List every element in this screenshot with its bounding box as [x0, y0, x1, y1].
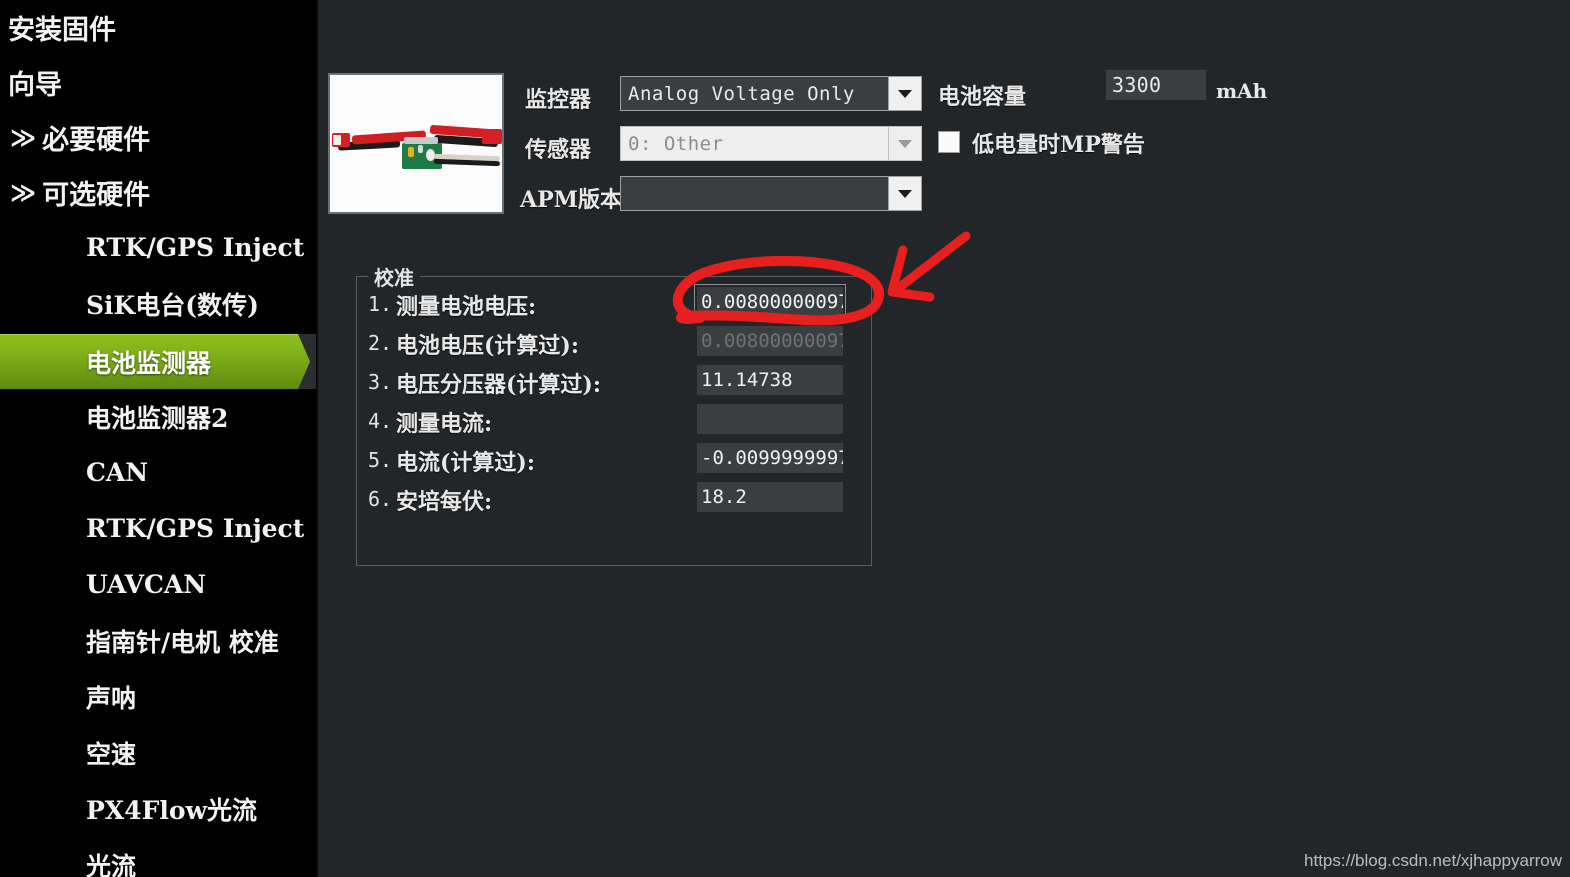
monitor-combobox[interactable]: Analog Voltage Only	[620, 76, 922, 111]
sidebar-item-label: RTK/GPS Inject	[86, 233, 305, 262]
sensor-label: 传感器	[525, 137, 592, 163]
sidebar-item-14[interactable]: PX4Flow光流	[0, 781, 320, 836]
sensor-combobox[interactable]: 0: Other	[620, 126, 922, 161]
sidebar-item-label: 可选硬件	[42, 180, 151, 211]
sensor-combobox-value[interactable]: 0: Other	[620, 126, 888, 161]
power-module-thumbnail	[328, 73, 504, 214]
sidebar: 安装固件 向导 ≫ 必要硬件 ≫ 可选硬件 RTK/GPS Inject SiK电台(数传) 电…	[0, 0, 320, 877]
sidebar-item-7[interactable]: 电池监测器2	[0, 389, 320, 444]
chevron-double-right-icon: ≫	[10, 123, 37, 152]
battery-capacity-label: 电池容量	[938, 84, 1027, 110]
sidebar-item-9[interactable]: RTK/GPS Inject	[0, 501, 320, 556]
main-panel: 监控器 Analog Voltage Only 传感器 0: Other APM…	[320, 0, 1570, 877]
calibration-row-label: 电压分压器(计算过):	[396, 372, 601, 398]
calibration-row-value-input[interactable]	[697, 404, 843, 434]
sidebar-item-label: 电池监测器	[86, 348, 212, 378]
monitor-label: 监控器	[525, 87, 592, 113]
sidebar-item-10[interactable]: UAVCAN	[0, 557, 320, 612]
calibration-row-number: 6.	[368, 487, 393, 511]
sidebar-item-8[interactable]: CAN	[0, 445, 320, 500]
sidebar-item-label: CAN	[86, 458, 149, 487]
sidebar-item-3[interactable]: ≫ 可选硬件	[0, 165, 320, 220]
calibration-row-value-input[interactable]: 0.00800000097	[694, 284, 846, 320]
sidebar-item-label: 向导	[8, 70, 62, 101]
sidebar-item-2[interactable]: ≫ 必要硬件	[0, 110, 320, 165]
sidebar-item-label: RTK/GPS Inject	[86, 514, 305, 543]
monitor-combobox-value[interactable]: Analog Voltage Only	[620, 76, 888, 111]
calibration-row-value-input[interactable]: 18.2	[697, 482, 843, 512]
sidebar-item-label: SiK电台(数传)	[86, 290, 259, 320]
chevron-down-icon[interactable]	[888, 126, 922, 161]
battery-capacity-input[interactable]: 3300	[1106, 70, 1206, 100]
calibration-row-label: 测量电流:	[396, 411, 493, 437]
sidebar-item-label: PX4Flow光流	[86, 795, 258, 825]
calibration-row-value-input[interactable]: -0.0099999997	[697, 443, 843, 473]
calibration-row-number: 3.	[368, 370, 393, 394]
chevron-down-icon[interactable]	[888, 176, 922, 211]
apm-version-label: APM版本	[520, 187, 622, 213]
calibration-legend: 校准	[368, 262, 420, 291]
sidebar-item-11[interactable]: 指南针/电机 校准	[0, 613, 320, 668]
calibration-row-value-input[interactable]: 11.14738	[697, 365, 843, 395]
calibration-row-number: 5.	[368, 448, 393, 472]
sidebar-item-label: 光流	[86, 851, 137, 877]
sidebar-item-15[interactable]: 光流	[0, 837, 320, 877]
sidebar-item-label: 空速	[86, 739, 137, 769]
low-battery-warning-label[interactable]: 低电量时MP警告	[972, 127, 1145, 159]
sidebar-item-label: 安装固件	[8, 15, 116, 46]
sidebar-item-12[interactable]: 声呐	[0, 669, 320, 724]
calibration-row-number: 1.	[368, 292, 393, 316]
calibration-row-label: 测量电池电压:	[396, 294, 537, 320]
sidebar-item-label: 指南针/电机 校准	[86, 627, 279, 657]
apm-version-combobox-value[interactable]	[620, 176, 888, 211]
calibration-row-label: 电流(计算过):	[396, 450, 535, 476]
calibration-row-number: 2.	[368, 331, 393, 355]
sidebar-item-13[interactable]: 空速	[0, 725, 320, 780]
sidebar-item-label: 声呐	[86, 683, 137, 713]
calibration-row-number: 4.	[368, 409, 393, 433]
sidebar-item-6[interactable]: 电池监测器	[0, 334, 320, 389]
watermark: https://blog.csdn.net/xjhappyarrow	[1304, 851, 1562, 870]
battery-capacity-unit: mAh	[1216, 79, 1268, 103]
sidebar-item-5[interactable]: SiK电台(数传)	[0, 276, 320, 331]
sidebar-item-label: 电池监测器2	[86, 403, 229, 433]
sidebar-item-0[interactable]: 安装固件	[0, 0, 320, 55]
sidebar-item-label: 必要硬件	[42, 125, 151, 156]
sidebar-item-4[interactable]: RTK/GPS Inject	[0, 220, 320, 275]
calibration-row-label: 安培每伏:	[396, 489, 493, 515]
chevron-down-icon[interactable]	[888, 76, 922, 111]
low-battery-warning-checkbox[interactable]	[938, 131, 960, 153]
calibration-row-value-input: 0.00800000097	[697, 326, 843, 356]
chevron-double-right-icon: ≫	[10, 178, 37, 207]
sidebar-item-label: UAVCAN	[86, 570, 207, 599]
calibration-row-label: 电池电压(计算过):	[396, 333, 579, 359]
sidebar-item-1[interactable]: 向导	[0, 55, 320, 110]
apm-version-combobox[interactable]	[620, 176, 922, 211]
